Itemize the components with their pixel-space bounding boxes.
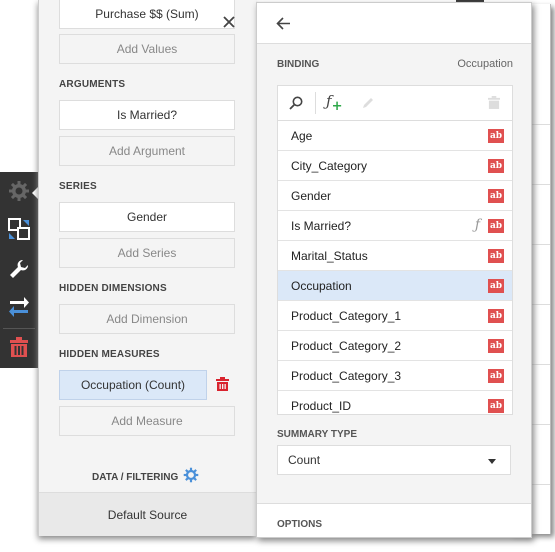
string-type-icon: ab xyxy=(488,369,504,383)
string-type-icon: ab xyxy=(488,189,504,203)
arguments-header: ARGUMENTS xyxy=(59,79,126,90)
summary-type-header: SUMMARY TYPE xyxy=(277,429,358,440)
field-list-item[interactable]: Product_Category_2 ab xyxy=(278,331,512,361)
string-type-icon: ab xyxy=(488,249,504,263)
back-arrow-icon[interactable] xyxy=(276,17,291,30)
options-header: OPTIONS xyxy=(277,519,323,530)
data-filtering-label: DATA / FILTERING xyxy=(92,472,179,483)
field-list-item[interactable]: Product_Category_1 ab xyxy=(278,301,512,331)
argument-item-label: Is Married? xyxy=(116,108,178,122)
gear-icon[interactable] xyxy=(8,180,30,202)
field-list-item[interactable]: Occupation ab xyxy=(278,271,512,301)
swap-icon[interactable] xyxy=(8,296,30,318)
convert-icon[interactable] xyxy=(8,218,30,240)
field-name: Age xyxy=(291,128,313,143)
values-item-label: Purchase $$ (Sum) xyxy=(95,6,199,21)
add-measure-button[interactable]: Add Measure xyxy=(59,406,235,436)
field-list-item[interactable]: City_Category ab xyxy=(278,151,512,181)
data-items-panel: Purchase $$ (Sum) Add Values ARGUMENTS I… xyxy=(38,0,256,536)
string-type-icon: ab xyxy=(488,129,504,143)
binding-header: BINDING xyxy=(277,59,320,70)
field-list: ƒ+ Age ab City_Category ab Gender ab Is Marrie… xyxy=(277,85,513,415)
series-item-label: Gender xyxy=(126,210,168,224)
string-type-icon: ab xyxy=(488,309,504,323)
add-series-button[interactable]: Add Series xyxy=(59,238,235,268)
binding-value: Occupation xyxy=(457,58,513,70)
field-name: Product_Category_1 xyxy=(291,308,402,323)
string-type-icon: ab xyxy=(488,399,504,413)
data-source-label: Default Source xyxy=(107,508,188,522)
values-item[interactable]: Purchase $$ (Sum) xyxy=(59,0,235,29)
string-type-icon: ab xyxy=(488,339,504,353)
delete-field-icon[interactable] xyxy=(488,96,500,109)
string-type-icon: ab xyxy=(488,159,504,173)
field-name: Occupation xyxy=(291,278,352,293)
search-icon[interactable] xyxy=(289,96,303,110)
toolbar-divider xyxy=(3,328,35,329)
field-list-item[interactable]: Product_Category_3 ab xyxy=(278,361,512,391)
field-list-toolbar: ƒ+ xyxy=(278,86,512,121)
trash-icon[interactable] xyxy=(8,336,30,358)
add-argument-label: Add Argument xyxy=(108,144,186,158)
field-list-item[interactable]: Product_ID ab xyxy=(278,391,512,414)
argument-item[interactable]: Is Married? xyxy=(59,100,235,130)
summary-type-value: Count xyxy=(288,453,321,467)
field-name: Marital_Status xyxy=(291,248,368,263)
options-section[interactable]: OPTIONS xyxy=(257,503,531,537)
field-list-item[interactable]: Is Married? ƒ ab xyxy=(278,211,512,241)
measure-item[interactable]: Occupation (Count) xyxy=(59,370,207,400)
field-name: City_Category xyxy=(291,158,368,173)
delete-measure-icon[interactable] xyxy=(216,377,229,391)
field-rows: Age ab City_Category ab Gender ab Is Married? ƒ… xyxy=(278,121,512,414)
data-source-selector[interactable]: Default Source xyxy=(39,492,256,536)
series-header: SERIES xyxy=(59,181,97,192)
field-list-item[interactable]: Marital_Status ab xyxy=(278,241,512,271)
add-measure-label: Add Measure xyxy=(111,414,183,428)
series-item[interactable]: Gender xyxy=(59,202,235,232)
summary-type-select[interactable]: Count xyxy=(277,445,511,475)
measure-item-label: Occupation (Count) xyxy=(80,378,186,392)
chevron-down-icon xyxy=(488,459,496,464)
string-type-icon: ab xyxy=(488,219,504,233)
hidden-dimensions-header: HIDDEN DIMENSIONS xyxy=(59,283,167,294)
binding-panel: BINDING Occupation ƒ+ Age ab City_Category… xyxy=(256,2,532,538)
toolbar-divider xyxy=(315,92,316,114)
add-argument-button[interactable]: Add Argument xyxy=(59,136,235,166)
item-toolbar xyxy=(0,172,39,368)
field-name: Product_Category_3 xyxy=(291,368,402,383)
add-values-label: Add Values xyxy=(116,42,178,56)
field-name: Product_Category_2 xyxy=(291,338,402,353)
close-icon[interactable] xyxy=(223,16,235,28)
hidden-measures-header: HIDDEN MEASURES xyxy=(59,349,160,360)
data-filtering-gear-icon[interactable] xyxy=(183,467,199,483)
field-list-item[interactable]: Age ab xyxy=(278,121,512,151)
edit-icon[interactable] xyxy=(361,96,375,110)
add-values-button[interactable]: Add Values xyxy=(59,34,235,64)
add-series-label: Add Series xyxy=(117,246,177,260)
add-dimension-label: Add Dimension xyxy=(106,312,188,326)
wrench-icon[interactable] xyxy=(8,258,30,280)
string-type-icon: ab xyxy=(488,279,504,293)
field-name: Product_ID xyxy=(291,398,352,413)
add-calculated-field-icon[interactable]: ƒ+ xyxy=(326,92,342,114)
add-dimension-button[interactable]: Add Dimension xyxy=(59,304,235,334)
binding-panel-header xyxy=(257,3,531,44)
field-name: Gender xyxy=(291,188,332,203)
calculated-field-icon: ƒ xyxy=(474,217,480,233)
field-name: Is Married? xyxy=(291,218,352,233)
field-list-item[interactable]: Gender ab xyxy=(278,181,512,211)
